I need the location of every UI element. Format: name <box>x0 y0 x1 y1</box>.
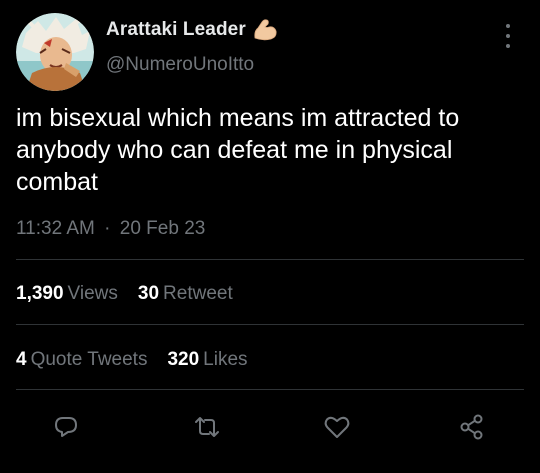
stats-row-views-retweets: 1,390 Views 30 Retweet <box>16 283 253 305</box>
tweet-date: 20 Feb 23 <box>119 218 206 239</box>
reply-button[interactable] <box>46 407 86 447</box>
display-name[interactable]: Arattaki Leader <box>106 19 246 41</box>
like-button[interactable] <box>317 407 357 447</box>
views-count: 1,390 <box>16 283 64 304</box>
stats-row-quotes-likes: 4 Quote Tweets 320 Likes <box>16 349 268 371</box>
divider <box>16 389 524 390</box>
retweets-count: 30 <box>137 283 160 304</box>
share-button[interactable] <box>452 407 492 447</box>
author-name-row[interactable]: Arattaki Leader <box>106 18 278 42</box>
views-stat[interactable]: 1,390 Views <box>16 283 118 305</box>
avatar-image <box>16 13 94 91</box>
tweet-time: 11:32 AM <box>16 218 95 239</box>
divider <box>16 259 524 260</box>
like-icon <box>324 416 350 438</box>
flexed-biceps-icon <box>254 19 277 41</box>
user-handle[interactable]: @NumeroUnoItto <box>106 54 254 76</box>
retweets-label: Retweet <box>163 283 233 304</box>
action-bar <box>0 407 540 447</box>
tweet-text: im bisexual which means im attracted to … <box>16 104 460 196</box>
reply-icon <box>55 417 77 437</box>
more-options-icon[interactable] <box>497 22 519 50</box>
quote-tweets-stat[interactable]: 4 Quote Tweets <box>16 349 147 371</box>
retweet-icon <box>195 417 219 437</box>
retweets-stat[interactable]: 30 Retweet <box>138 283 233 305</box>
likes-stat[interactable]: 320 Likes <box>167 349 247 371</box>
quote-tweets-count: 4 <box>16 349 27 370</box>
retweet-button[interactable] <box>187 407 227 447</box>
avatar[interactable] <box>16 13 94 91</box>
quote-tweets-label: Quote Tweets <box>30 349 148 370</box>
tweet-timestamp[interactable]: 11:32 AM · 20 Feb 23 <box>16 218 205 240</box>
divider <box>16 324 524 325</box>
share-icon <box>460 414 483 440</box>
meta-separator: · <box>104 218 111 239</box>
likes-label: Likes <box>203 349 248 370</box>
likes-count: 320 <box>167 349 200 370</box>
views-label: Views <box>67 283 118 304</box>
